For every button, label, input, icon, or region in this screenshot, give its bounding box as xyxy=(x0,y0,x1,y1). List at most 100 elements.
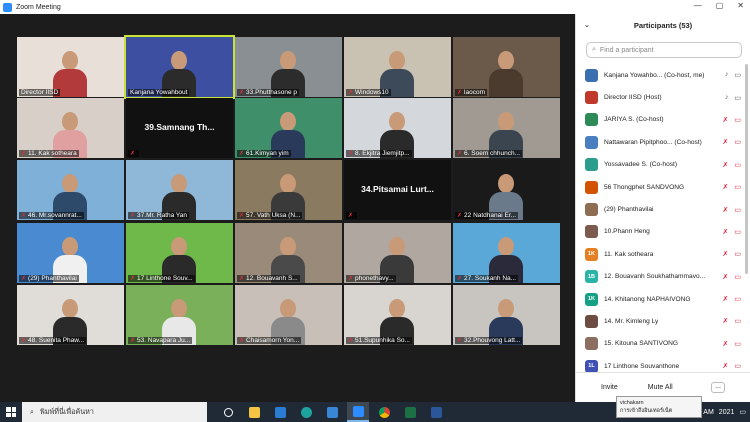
head xyxy=(171,174,187,193)
participant-row[interactable]: Kanjana Yowahbo... (Co-host, me) ♪ ▭ xyxy=(576,64,750,86)
mic-muted-icon[interactable]: ✗ xyxy=(723,317,729,325)
video-tile[interactable]: ✗ 11. Kak sotheara xyxy=(17,98,124,158)
head xyxy=(171,299,187,318)
mic-muted-icon[interactable]: ✗ xyxy=(723,183,729,191)
camera-off-icon[interactable]: ▭ xyxy=(734,116,741,124)
store-icon[interactable] xyxy=(321,402,343,422)
zoom-logo-icon xyxy=(3,2,12,12)
zoom-app-icon[interactable] xyxy=(347,402,369,422)
video-tile[interactable]: ✗ phonethavy... xyxy=(344,223,451,283)
participant-name: 14. Khitanong NAPHAIVONG xyxy=(604,295,691,303)
camera-icon[interactable]: ▭ xyxy=(734,71,741,79)
camera-off-icon[interactable]: ▭ xyxy=(734,250,741,258)
chrome-icon[interactable] xyxy=(373,402,395,422)
participant-row[interactable]: JARIYA S. (Co-host) ✗ ▭ xyxy=(576,109,750,131)
participant-row[interactable]: 56 Thongphet SANDVONG ✗ ▭ xyxy=(576,176,750,198)
video-tile[interactable]: 34.Pitsamai Lurt... ✗ xyxy=(344,160,451,220)
participant-row[interactable]: 14. Mr. Kimleng Ly ✗ ▭ xyxy=(576,310,750,332)
tile-name-text: phonethavy... xyxy=(355,275,394,282)
video-tile[interactable]: ✗ laocom xyxy=(453,37,560,97)
video-tile[interactable]: ✗ 32.Phouvong Latt... xyxy=(453,285,560,345)
head xyxy=(498,51,514,70)
mute-all-button[interactable]: Mute All xyxy=(648,384,673,391)
participant-row[interactable]: 15. Kitouna SANTIVONG ✗ ▭ xyxy=(576,333,750,355)
video-tile[interactable]: ✗ 57. Vath Uksa (N... xyxy=(235,160,342,220)
video-tile[interactable]: ✗ 12. Bouavanh S... xyxy=(235,223,342,283)
video-tile[interactable]: ✗ 8. Ekjitra Jiemjitp... xyxy=(344,98,451,158)
start-button[interactable] xyxy=(0,402,22,422)
participant-avatar xyxy=(585,158,598,172)
mail-icon[interactable] xyxy=(269,402,291,422)
clock-date[interactable]: 2021 xyxy=(719,409,735,416)
participant-row[interactable]: 1K 14. Khitanong NAPHAIVONG ✗ ▭ xyxy=(576,288,750,310)
participant-row[interactable]: Nattawaran Pipitphoo... (Co-host) ✗ ▭ xyxy=(576,131,750,153)
participant-row[interactable]: 1K 11. Kak sotheara ✗ ▭ xyxy=(576,243,750,265)
participant-name-center: 39.Samnang Th... xyxy=(144,122,215,132)
video-tile[interactable]: ✗ Windows10 xyxy=(344,37,451,97)
minimize-button[interactable]: — xyxy=(694,1,702,10)
video-tile[interactable]: ✗ 46. Mr.sovannrat... xyxy=(17,160,124,220)
camera-off-icon[interactable]: ▭ xyxy=(734,317,741,325)
camera-off-icon[interactable]: ▭ xyxy=(734,138,741,146)
more-options-button[interactable]: ... xyxy=(711,382,725,393)
mic-muted-icon[interactable]: ✗ xyxy=(723,161,729,169)
video-tile[interactable]: ✗ 6. Soem chhunch... xyxy=(453,98,560,158)
mic-muted-icon[interactable]: ✗ xyxy=(723,273,729,281)
video-tile[interactable]: ✗ Chaisamorn Yon... xyxy=(235,285,342,345)
video-tile[interactable]: ✗ 17 Linthone Souv... xyxy=(126,223,233,283)
mic-muted-icon[interactable]: ✗ xyxy=(723,295,729,303)
invite-button[interactable]: Invite xyxy=(601,384,618,391)
clock-time[interactable]: AM xyxy=(703,409,714,416)
video-tile[interactable]: ✗ (29) Phanthavilai xyxy=(17,223,124,283)
video-tile[interactable]: ✗ 27. Soukanh Na... xyxy=(453,223,560,283)
participant-name: 56 Thongphet SANDVONG xyxy=(604,183,685,191)
participant-row[interactable]: 1B 12. Bouavanh Soukhathammavo... ✗ ▭ xyxy=(576,266,750,288)
participant-row[interactable]: Yossavadee S. (Co-host) ✗ ▭ xyxy=(576,154,750,176)
video-tile[interactable]: ✗ 33.Phutthasone p xyxy=(235,37,342,97)
mic-muted-icon[interactable]: ✗ xyxy=(723,362,729,370)
mic-muted-icon[interactable]: ✗ xyxy=(723,340,729,348)
word-icon[interactable] xyxy=(425,402,447,422)
camera-icon[interactable]: ▭ xyxy=(734,94,741,102)
tile-name-label: ✗ 53. Navapara Ju... xyxy=(128,337,193,344)
participant-status-icons: ♪ ▭ xyxy=(725,71,741,79)
mic-muted-icon[interactable]: ✗ xyxy=(723,138,729,146)
participant-search-input[interactable]: ⌕ Find a participant xyxy=(586,42,742,58)
camera-off-icon[interactable]: ▭ xyxy=(734,183,741,191)
edge-icon[interactable] xyxy=(295,402,317,422)
participant-list-scrollbar[interactable] xyxy=(745,64,748,274)
camera-off-icon[interactable]: ▭ xyxy=(734,228,741,236)
mic-icon[interactable]: ♪ xyxy=(725,71,729,79)
video-tile[interactable]: ✗ 37.Mr. Ratha Yan xyxy=(126,160,233,220)
video-tile[interactable]: ✗ 48. Suenita Phaw... xyxy=(17,285,124,345)
video-tile[interactable]: ✗ 61.Kimyan yim xyxy=(235,98,342,158)
video-tile[interactable]: Kanjana Yowahbout xyxy=(124,35,235,99)
camera-off-icon[interactable]: ▭ xyxy=(734,295,741,303)
video-tile[interactable]: Director IISD xyxy=(17,37,124,97)
notification-icon[interactable]: ▭ xyxy=(739,408,746,416)
file-explorer-icon[interactable] xyxy=(243,402,265,422)
camera-off-icon[interactable]: ▭ xyxy=(734,206,741,214)
video-tile[interactable]: ✗ 22 Natdhanai Er... xyxy=(453,160,560,220)
mic-muted-icon[interactable]: ✗ xyxy=(723,228,729,236)
participant-row[interactable]: Director IISD (Host) ♪ ▭ xyxy=(576,86,750,108)
excel-icon[interactable] xyxy=(399,402,421,422)
taskbar-search-box[interactable]: ⌕ พิมพ์ที่นี่เพื่อค้นหา xyxy=(22,402,207,422)
video-tile[interactable]: ✗ 53. Navapara Ju... xyxy=(126,285,233,345)
mic-icon[interactable]: ♪ xyxy=(725,94,729,102)
mic-muted-icon[interactable]: ✗ xyxy=(723,250,729,258)
camera-off-icon[interactable]: ▭ xyxy=(734,362,741,370)
mic-muted-icon[interactable]: ✗ xyxy=(723,116,729,124)
mic-muted-icon[interactable]: ✗ xyxy=(723,206,729,214)
participant-row[interactable]: 10.Phann Heng ✗ ▭ xyxy=(576,221,750,243)
close-button[interactable]: ✕ xyxy=(737,1,744,10)
camera-off-icon[interactable]: ▭ xyxy=(734,340,741,348)
video-tile[interactable]: 39.Samnang Th... ✗ xyxy=(126,98,233,158)
camera-off-icon[interactable]: ▭ xyxy=(734,161,741,169)
collapse-chevron-icon[interactable]: ⌄ xyxy=(584,21,590,29)
task-view-icon[interactable] xyxy=(217,402,239,422)
camera-off-icon[interactable]: ▭ xyxy=(734,273,741,281)
maximize-button[interactable]: ▢ xyxy=(716,1,724,10)
video-tile[interactable]: ✗ 51.Supunhika So... xyxy=(344,285,451,345)
participant-row[interactable]: (29) Phanthavilai ✗ ▭ xyxy=(576,198,750,220)
